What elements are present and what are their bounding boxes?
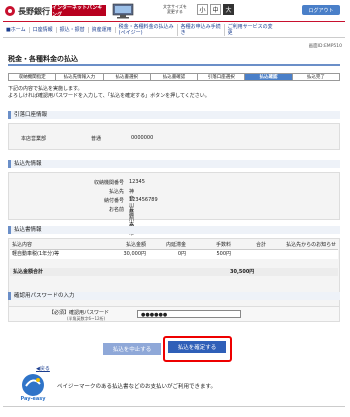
account-panel: 本店営業部 普通 0000000 bbox=[8, 123, 340, 150]
step-7: 払込完了 bbox=[291, 73, 340, 81]
account-branch: 本店営業部 bbox=[21, 136, 47, 142]
table-row: 軽自動車税(1年分)等 30,000円 0円 500円 bbox=[10, 249, 338, 259]
payee-panel: 収納機関番号12345 払込先神奈川県川崎市 納付番号123456789 お名前… bbox=[8, 172, 340, 237]
global-nav: ■ホーム 口座情報 振込・振替 資産運用 税金・各種料金の払込み(ペイジー) 各… bbox=[3, 21, 345, 38]
nav-applications[interactable]: 各種お申込み手続き bbox=[178, 23, 225, 36]
step-2: 払込先情報入力 bbox=[55, 73, 103, 81]
text-size-small-button[interactable]: 小 bbox=[197, 4, 208, 15]
text-size-label: 文字サイズを 変更する bbox=[163, 4, 187, 14]
step-1: 収納機関指定 bbox=[8, 73, 56, 81]
step-5: 引落口座選択 bbox=[197, 73, 245, 81]
monitor-icon bbox=[112, 3, 134, 19]
svg-text:Pay-easy: Pay-easy bbox=[20, 396, 46, 402]
total-value: 30,500円 bbox=[230, 269, 255, 275]
confirm-payment-button[interactable]: 払込を確定する bbox=[168, 341, 226, 353]
page-title: 税金・各種料金の払込 bbox=[8, 54, 340, 66]
section-heading-bill: 払込書情報 bbox=[8, 226, 340, 234]
password-note: (半角英数字6~12桁) bbox=[67, 316, 106, 321]
section-heading-payee: 払込先情報 bbox=[8, 160, 340, 168]
bill-total-row: 払込金額合計 30,500円 bbox=[10, 268, 338, 276]
text-size-large-button[interactable]: 大 bbox=[223, 4, 234, 15]
instructions: 下記の内容で払込を実施します。 よろしければ確認用パスワードを入力して、「払込を… bbox=[8, 86, 210, 99]
back-link[interactable]: ◀戻る bbox=[36, 365, 50, 372]
logout-button[interactable]: ログアウト bbox=[302, 5, 340, 15]
nav-asset[interactable]: 資産運用 bbox=[89, 26, 116, 33]
footer-divider bbox=[3, 406, 345, 407]
cancel-payment-button[interactable]: 払込を中止する bbox=[103, 343, 161, 355]
bank-name: 長野銀行 bbox=[18, 6, 50, 16]
account-type: 普通 bbox=[91, 136, 102, 142]
step-3: 払込書選択 bbox=[102, 73, 150, 81]
bank-mark-icon bbox=[5, 6, 15, 16]
account-number: 0000000 bbox=[131, 135, 154, 141]
nav-service-change[interactable]: ご利用サービスの変更 bbox=[225, 24, 276, 36]
step-4: 払込書確認 bbox=[149, 73, 198, 81]
payeasy-note: ペイジーマークのある払込書などのお支払いがご利用できます。 bbox=[57, 384, 216, 390]
step-6-current: 払込確認 bbox=[244, 73, 292, 81]
password-label: 【必須】確認用パスワード bbox=[49, 310, 110, 316]
total-label: 払込金額合計 bbox=[13, 269, 44, 275]
section-heading-password: 確認用パスワードの入力 bbox=[8, 292, 340, 300]
bill-table-header: 払込内容 払込金額 内延滞金 手数料 合計 払込先からのお知らせ bbox=[12, 242, 336, 248]
payeasy-logo-icon: Pay-easy bbox=[20, 374, 46, 402]
section-heading-account: 引落口座情報 bbox=[8, 111, 340, 119]
screen-id: 画面ID:EMP510 bbox=[308, 44, 342, 49]
internet-banking-banner: インターネットバンキング bbox=[52, 5, 106, 18]
password-panel: 【必須】確認用パスワード (半角英数字6~12桁) ●●●●●● bbox=[8, 306, 340, 322]
step-indicator: 収納機関指定 払込先情報入力 払込書選択 払込書確認 引落口座選択 払込確認 払… bbox=[8, 73, 340, 81]
nav-transfer[interactable]: 振込・振替 bbox=[57, 26, 89, 33]
text-size-medium-button[interactable]: 中 bbox=[210, 4, 221, 15]
nav-account-info[interactable]: 口座情報 bbox=[30, 26, 57, 33]
bank-logo: 長野銀行 bbox=[5, 5, 50, 17]
bill-table: 払込内容 払込金額 内延滞金 手数料 合計 払込先からのお知らせ 軽自動車税(1年分)等 3… bbox=[10, 241, 338, 259]
nav-payeasy[interactable]: 税金・各種料金の払込み(ペイジー) bbox=[116, 23, 178, 36]
nav-home[interactable]: ■ホーム bbox=[3, 26, 30, 33]
password-input[interactable]: ●●●●●● bbox=[137, 310, 241, 318]
